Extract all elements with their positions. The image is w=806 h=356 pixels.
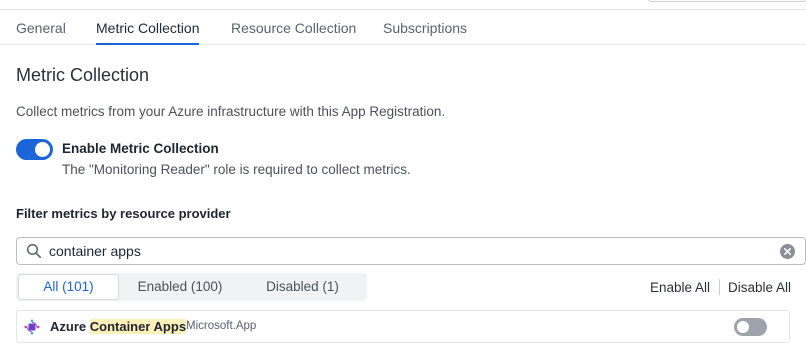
list-item: Azure Container Apps Microsoft.App — [16, 310, 790, 343]
tab-bar: General Metric Collection Resource Colle… — [0, 10, 806, 45]
toggle-knob — [737, 321, 749, 333]
section-description: Collect metrics from your Azure infrastr… — [16, 104, 446, 119]
tab-general[interactable]: General — [16, 20, 66, 36]
section-title: Metric Collection — [16, 65, 150, 85]
filter-segmented-control: All (101) Enabled (100) Disabled (1) — [16, 273, 367, 301]
segment-enabled[interactable]: Enabled (100) — [124, 275, 236, 299]
search-box — [16, 237, 806, 265]
segment-disabled[interactable]: Disabled (1) — [242, 275, 363, 299]
action-divider — [719, 279, 720, 295]
top-bar — [0, 0, 806, 10]
clear-icon[interactable] — [780, 244, 795, 259]
enable-metric-collection-label: Enable Metric Collection — [62, 141, 219, 156]
search-highlight: Container — [89, 319, 151, 334]
resource-enable-toggle[interactable] — [734, 318, 767, 336]
tab-metric-collection[interactable]: Metric Collection — [96, 20, 200, 45]
search-icon — [26, 243, 42, 259]
tab-subscriptions[interactable]: Subscriptions — [383, 20, 467, 36]
segment-all[interactable]: All (101) — [19, 275, 118, 299]
toggle-knob — [35, 142, 50, 157]
top-right-input-edge[interactable] — [648, 0, 806, 2]
enable-all-button[interactable]: Enable All — [650, 280, 710, 295]
azure-container-apps-icon — [24, 319, 40, 335]
enable-metric-collection-toggle[interactable] — [16, 139, 53, 160]
search-input[interactable] — [49, 241, 749, 261]
tab-resource-collection[interactable]: Resource Collection — [231, 20, 356, 36]
search-highlight: Apps — [153, 319, 187, 334]
disable-all-button[interactable]: Disable All — [728, 280, 791, 295]
resource-namespace: Microsoft.App — [186, 320, 257, 332]
resource-name: Azure Container Apps — [50, 319, 187, 334]
filter-title: Filter metrics by resource provider — [16, 206, 231, 221]
enable-metric-collection-description: The "Monitoring Reader" role is required… — [62, 162, 411, 177]
